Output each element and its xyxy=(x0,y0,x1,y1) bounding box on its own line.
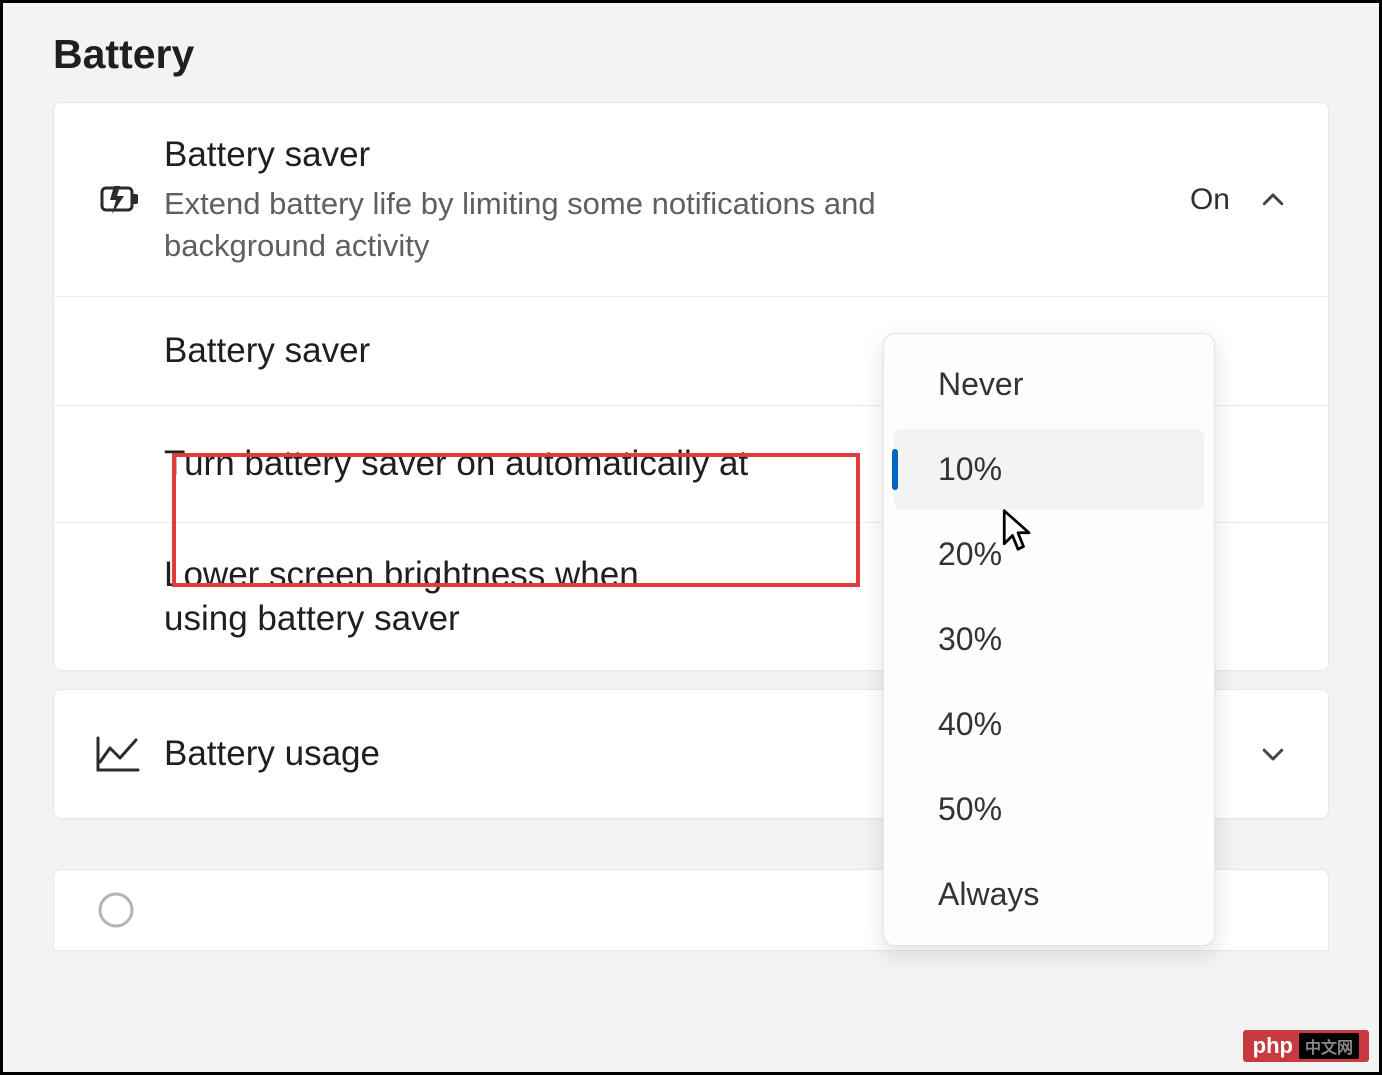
lower-brightness-label: Lower screen brightness when using batte… xyxy=(164,553,724,641)
watermark-subtext: 中文网 xyxy=(1299,1033,1359,1059)
chart-icon xyxy=(94,734,164,774)
battery-saver-status: On xyxy=(1190,183,1230,217)
page-title: Battery xyxy=(3,3,1379,102)
dropdown-option[interactable]: 40% xyxy=(894,684,1204,765)
generic-icon xyxy=(94,888,164,932)
auto-on-threshold-dropdown[interactable]: Never10%20%30%40%50%Always xyxy=(883,333,1215,946)
watermark-badge: php 中文网 xyxy=(1243,1030,1369,1062)
chevron-up-icon[interactable] xyxy=(1258,185,1288,215)
dropdown-option[interactable]: 50% xyxy=(894,769,1204,850)
dropdown-option[interactable]: 20% xyxy=(894,514,1204,595)
dropdown-option[interactable]: 10% xyxy=(894,429,1204,510)
dropdown-option[interactable]: 30% xyxy=(894,599,1204,680)
chevron-down-icon[interactable] xyxy=(1258,739,1288,769)
settings-frame: Battery Battery saver Extend battery lif… xyxy=(0,0,1382,1075)
dropdown-option[interactable]: Never xyxy=(894,344,1204,425)
battery-saver-icon xyxy=(94,182,164,218)
battery-saver-description: Extend battery life by limiting some not… xyxy=(164,183,944,267)
watermark-text: php xyxy=(1253,1033,1293,1059)
battery-saver-title: Battery saver xyxy=(164,133,1190,177)
dropdown-option[interactable]: Always xyxy=(894,854,1204,935)
battery-saver-header-row[interactable]: Battery saver Extend battery life by lim… xyxy=(54,103,1328,296)
